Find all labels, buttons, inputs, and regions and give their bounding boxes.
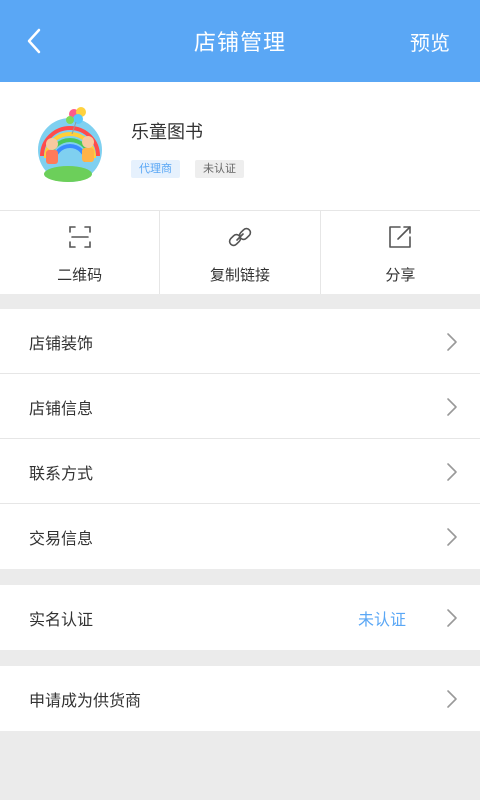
copy-link-label: 复制链接 (209, 266, 270, 284)
chevron-right-icon (447, 333, 457, 351)
chevron-right-icon (447, 398, 457, 416)
menu-item-label: 联系方式 (29, 463, 94, 483)
link-icon (228, 227, 252, 247)
menu-item-label: 实名认证 (29, 609, 94, 629)
agent-badge: 代理商 (131, 160, 180, 178)
menu-item-label: 店铺信息 (29, 398, 94, 418)
menu-item-transaction-info[interactable]: 交易信息 (0, 504, 480, 569)
share-button[interactable]: 分享 (321, 211, 480, 294)
menu-group-shop: 店铺装饰 店铺信息 联系方式 交易信息 (0, 309, 480, 569)
verification-status-value: 未认证 (357, 609, 406, 629)
menu-item-real-name-verification[interactable]: 实名认证 未认证 (0, 585, 480, 650)
chevron-right-icon (447, 463, 457, 481)
qr-code-button[interactable]: 二维码 (0, 211, 161, 294)
copy-link-button[interactable]: 复制链接 (160, 211, 321, 294)
app-header: 店铺管理 预览 (0, 0, 480, 82)
shop-name: 乐童图书 (131, 122, 203, 143)
chevron-right-icon (447, 528, 457, 546)
share-edit-icon (389, 226, 412, 248)
share-label: 分享 (385, 266, 416, 284)
qr-scan-icon (68, 226, 91, 248)
qr-code-label: 二维码 (57, 266, 103, 284)
shop-avatar[interactable] (28, 102, 112, 186)
menu-item-label: 店铺装饰 (29, 333, 94, 353)
verification-status-badge: 未认证 (195, 160, 244, 178)
menu-item-label: 申请成为供货商 (29, 690, 142, 710)
menu-item-contact[interactable]: 联系方式 (0, 439, 480, 504)
preview-button[interactable]: 预览 (410, 0, 450, 82)
chevron-right-icon (447, 690, 457, 708)
page-title: 店铺管理 (193, 31, 286, 56)
menu-item-shop-info[interactable]: 店铺信息 (0, 374, 480, 439)
menu-group-verification: 实名认证 未认证 (0, 585, 480, 650)
menu-item-apply-supplier[interactable]: 申请成为供货商 (0, 666, 480, 731)
quick-actions-bar: 二维码 复制链接 分享 (0, 210, 480, 294)
avatar-illustration (28, 102, 112, 186)
chevron-right-icon (447, 609, 457, 627)
menu-group-supplier: 申请成为供货商 (0, 666, 480, 731)
menu-item-shop-decoration[interactable]: 店铺装饰 (0, 309, 480, 374)
shop-profile-card: 乐童图书 代理商 未认证 (0, 82, 480, 210)
menu-item-label: 交易信息 (29, 528, 94, 548)
